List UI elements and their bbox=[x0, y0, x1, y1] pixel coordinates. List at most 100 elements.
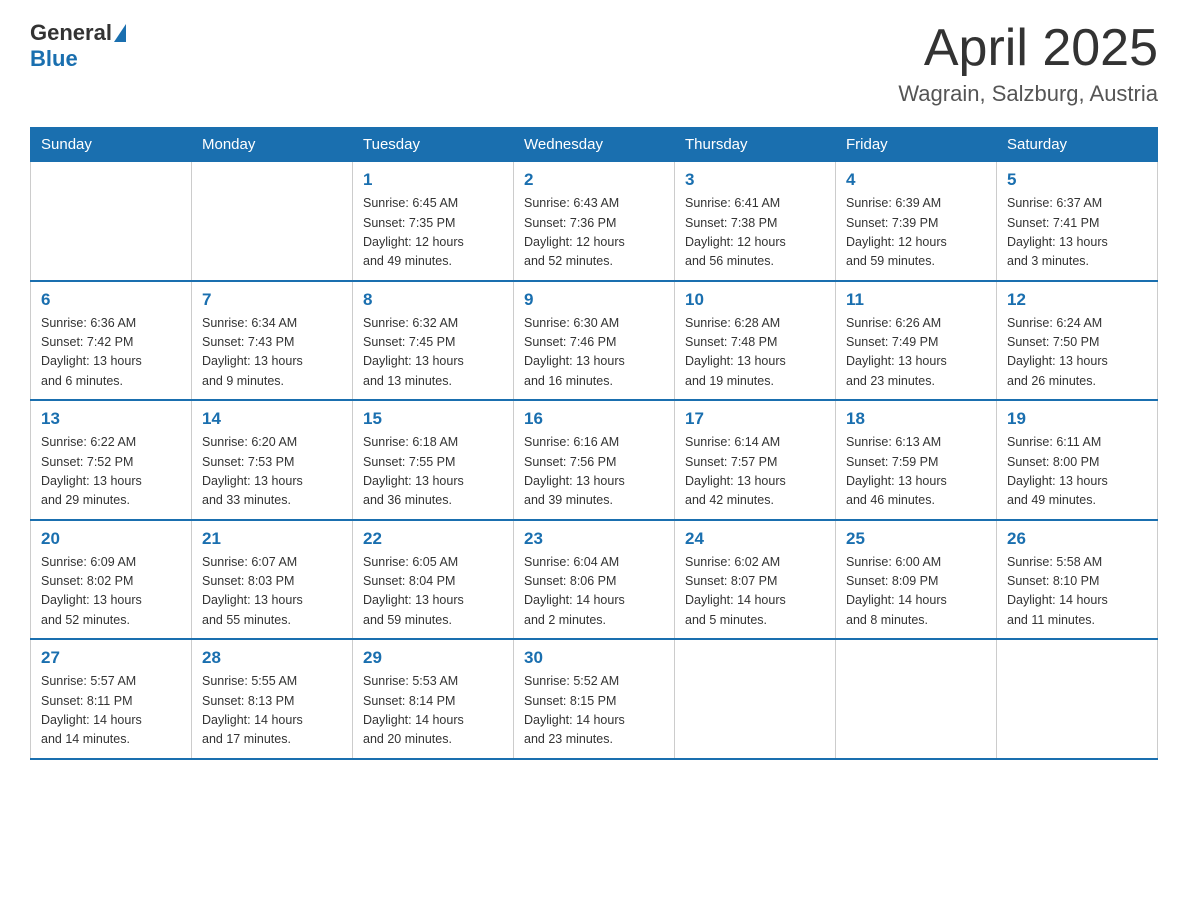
weekday-header-wednesday: Wednesday bbox=[514, 128, 675, 162]
day-info: Sunrise: 6:37 AM Sunset: 7:41 PM Dayligh… bbox=[1007, 194, 1147, 272]
calendar-cell: 12 Sunrise: 6:24 AM Sunset: 7:50 PM Dayli… bbox=[997, 281, 1158, 401]
weekday-header-thursday: Thursday bbox=[675, 128, 836, 162]
day-info: Sunrise: 5:53 AM Sunset: 8:14 PM Dayligh… bbox=[363, 672, 503, 750]
day-info: Sunrise: 5:52 AM Sunset: 8:15 PM Dayligh… bbox=[524, 672, 664, 750]
day-number: 9 bbox=[524, 290, 664, 310]
day-info: Sunrise: 6:11 AM Sunset: 8:00 PM Dayligh… bbox=[1007, 433, 1147, 511]
day-number: 24 bbox=[685, 529, 825, 549]
weekday-header-sunday: Sunday bbox=[31, 128, 192, 162]
calendar-cell bbox=[836, 639, 997, 759]
day-info: Sunrise: 6:02 AM Sunset: 8:07 PM Dayligh… bbox=[685, 553, 825, 631]
day-info: Sunrise: 6:45 AM Sunset: 7:35 PM Dayligh… bbox=[363, 194, 503, 272]
calendar-cell bbox=[192, 162, 353, 281]
day-info: Sunrise: 6:18 AM Sunset: 7:55 PM Dayligh… bbox=[363, 433, 503, 511]
day-info: Sunrise: 6:26 AM Sunset: 7:49 PM Dayligh… bbox=[846, 314, 986, 392]
day-info: Sunrise: 6:30 AM Sunset: 7:46 PM Dayligh… bbox=[524, 314, 664, 392]
weekday-header-monday: Monday bbox=[192, 128, 353, 162]
calendar-cell bbox=[997, 639, 1158, 759]
calendar-cell: 29Sunrise: 5:53 AM Sunset: 8:14 PM Dayli… bbox=[353, 639, 514, 759]
day-number: 15 bbox=[363, 409, 503, 429]
calendar-cell: 20 Sunrise: 6:09 AM Sunset: 8:02 PM Dayli… bbox=[31, 520, 192, 640]
calendar-cell bbox=[675, 639, 836, 759]
day-number: 1 bbox=[363, 170, 503, 190]
calendar-cell: 13 Sunrise: 6:22 AM Sunset: 7:52 PM Dayli… bbox=[31, 400, 192, 520]
calendar-cell: 30 Sunrise: 5:52 AM Sunset: 8:15 PM Dayli… bbox=[514, 639, 675, 759]
day-number: 8 bbox=[363, 290, 503, 310]
calendar-table: SundayMondayTuesdayWednesdayThursdayFrid… bbox=[30, 127, 1158, 760]
calendar-cell: 19 Sunrise: 6:11 AM Sunset: 8:00 PM Dayli… bbox=[997, 400, 1158, 520]
logo-triangle-icon bbox=[114, 24, 126, 42]
calendar-cell: 10Sunrise: 6:28 AM Sunset: 7:48 PM Dayli… bbox=[675, 281, 836, 401]
day-number: 4 bbox=[846, 170, 986, 190]
weekday-header-row: SundayMondayTuesdayWednesdayThursdayFrid… bbox=[31, 128, 1158, 162]
day-number: 14 bbox=[202, 409, 342, 429]
calendar-title: April 2025 bbox=[898, 20, 1158, 77]
week-row-5: 27Sunrise: 5:57 AM Sunset: 8:11 PM Dayli… bbox=[31, 639, 1158, 759]
calendar-cell: 1 Sunrise: 6:45 AM Sunset: 7:35 PM Daylig… bbox=[353, 162, 514, 281]
calendar-cell: 27Sunrise: 5:57 AM Sunset: 8:11 PM Dayli… bbox=[31, 639, 192, 759]
week-row-4: 20 Sunrise: 6:09 AM Sunset: 8:02 PM Dayli… bbox=[31, 520, 1158, 640]
day-info: Sunrise: 6:20 AM Sunset: 7:53 PM Dayligh… bbox=[202, 433, 342, 511]
day-number: 25 bbox=[846, 529, 986, 549]
day-info: Sunrise: 6:05 AM Sunset: 8:04 PM Dayligh… bbox=[363, 553, 503, 631]
weekday-header-saturday: Saturday bbox=[997, 128, 1158, 162]
calendar-subtitle: Wagrain, Salzburg, Austria bbox=[898, 81, 1158, 107]
day-number: 26 bbox=[1007, 529, 1147, 549]
day-info: Sunrise: 5:55 AM Sunset: 8:13 PM Dayligh… bbox=[202, 672, 342, 750]
logo-text: General Blue bbox=[30, 20, 126, 72]
day-number: 19 bbox=[1007, 409, 1147, 429]
day-number: 28 bbox=[202, 648, 342, 668]
calendar-cell: 3 Sunrise: 6:41 AM Sunset: 7:38 PM Daylig… bbox=[675, 162, 836, 281]
day-number: 17 bbox=[685, 409, 825, 429]
day-number: 5 bbox=[1007, 170, 1147, 190]
calendar-cell: 15 Sunrise: 6:18 AM Sunset: 7:55 PM Dayli… bbox=[353, 400, 514, 520]
day-info: Sunrise: 6:13 AM Sunset: 7:59 PM Dayligh… bbox=[846, 433, 986, 511]
day-info: Sunrise: 6:41 AM Sunset: 7:38 PM Dayligh… bbox=[685, 194, 825, 272]
day-info: Sunrise: 6:34 AM Sunset: 7:43 PM Dayligh… bbox=[202, 314, 342, 392]
day-info: Sunrise: 6:04 AM Sunset: 8:06 PM Dayligh… bbox=[524, 553, 664, 631]
day-number: 27 bbox=[41, 648, 181, 668]
week-row-2: 6 Sunrise: 6:36 AM Sunset: 7:42 PM Daylig… bbox=[31, 281, 1158, 401]
calendar-cell: 16Sunrise: 6:16 AM Sunset: 7:56 PM Dayli… bbox=[514, 400, 675, 520]
weekday-header-tuesday: Tuesday bbox=[353, 128, 514, 162]
day-number: 13 bbox=[41, 409, 181, 429]
day-info: Sunrise: 6:22 AM Sunset: 7:52 PM Dayligh… bbox=[41, 433, 181, 511]
calendar-cell: 11 Sunrise: 6:26 AM Sunset: 7:49 PM Dayli… bbox=[836, 281, 997, 401]
day-info: Sunrise: 6:07 AM Sunset: 8:03 PM Dayligh… bbox=[202, 553, 342, 631]
day-number: 30 bbox=[524, 648, 664, 668]
day-info: Sunrise: 6:28 AM Sunset: 7:48 PM Dayligh… bbox=[685, 314, 825, 392]
weekday-header-friday: Friday bbox=[836, 128, 997, 162]
day-info: Sunrise: 6:36 AM Sunset: 7:42 PM Dayligh… bbox=[41, 314, 181, 392]
calendar-cell: 8Sunrise: 6:32 AM Sunset: 7:45 PM Daylig… bbox=[353, 281, 514, 401]
calendar-cell: 9 Sunrise: 6:30 AM Sunset: 7:46 PM Daylig… bbox=[514, 281, 675, 401]
logo: General Blue bbox=[30, 20, 126, 72]
calendar-cell: 4Sunrise: 6:39 AM Sunset: 7:39 PM Daylig… bbox=[836, 162, 997, 281]
day-number: 12 bbox=[1007, 290, 1147, 310]
day-number: 3 bbox=[685, 170, 825, 190]
day-info: Sunrise: 6:09 AM Sunset: 8:02 PM Dayligh… bbox=[41, 553, 181, 631]
calendar-cell: 5 Sunrise: 6:37 AM Sunset: 7:41 PM Daylig… bbox=[997, 162, 1158, 281]
title-block: April 2025 Wagrain, Salzburg, Austria bbox=[898, 20, 1158, 107]
day-info: Sunrise: 6:43 AM Sunset: 7:36 PM Dayligh… bbox=[524, 194, 664, 272]
calendar-cell: 25 Sunrise: 6:00 AM Sunset: 8:09 PM Dayli… bbox=[836, 520, 997, 640]
day-number: 6 bbox=[41, 290, 181, 310]
day-number: 2 bbox=[524, 170, 664, 190]
calendar-cell: 28 Sunrise: 5:55 AM Sunset: 8:13 PM Dayli… bbox=[192, 639, 353, 759]
day-number: 23 bbox=[524, 529, 664, 549]
day-number: 21 bbox=[202, 529, 342, 549]
day-info: Sunrise: 6:24 AM Sunset: 7:50 PM Dayligh… bbox=[1007, 314, 1147, 392]
day-number: 11 bbox=[846, 290, 986, 310]
day-info: Sunrise: 6:16 AM Sunset: 7:56 PM Dayligh… bbox=[524, 433, 664, 511]
page-header: General Blue April 2025 Wagrain, Salzbur… bbox=[30, 20, 1158, 107]
calendar-cell: 18 Sunrise: 6:13 AM Sunset: 7:59 PM Dayli… bbox=[836, 400, 997, 520]
day-number: 18 bbox=[846, 409, 986, 429]
calendar-cell: 22Sunrise: 6:05 AM Sunset: 8:04 PM Dayli… bbox=[353, 520, 514, 640]
calendar-cell: 2 Sunrise: 6:43 AM Sunset: 7:36 PM Daylig… bbox=[514, 162, 675, 281]
day-number: 20 bbox=[41, 529, 181, 549]
calendar-cell: 7Sunrise: 6:34 AM Sunset: 7:43 PM Daylig… bbox=[192, 281, 353, 401]
week-row-3: 13 Sunrise: 6:22 AM Sunset: 7:52 PM Dayli… bbox=[31, 400, 1158, 520]
day-info: Sunrise: 5:58 AM Sunset: 8:10 PM Dayligh… bbox=[1007, 553, 1147, 631]
calendar-cell: 23 Sunrise: 6:04 AM Sunset: 8:06 PM Dayli… bbox=[514, 520, 675, 640]
calendar-cell: 26 Sunrise: 5:58 AM Sunset: 8:10 PM Dayli… bbox=[997, 520, 1158, 640]
day-info: Sunrise: 6:00 AM Sunset: 8:09 PM Dayligh… bbox=[846, 553, 986, 631]
